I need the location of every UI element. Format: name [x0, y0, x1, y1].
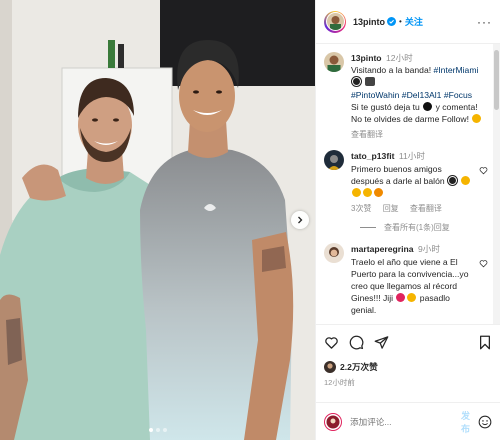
- comment-text: tato_p13fit 11小时 Primero buenos amigos d…: [351, 150, 476, 215]
- comment-meta: 3次赞 回复 查看翻译: [351, 203, 476, 215]
- grin-emoji: [472, 114, 482, 124]
- user-avatar[interactable]: [324, 412, 342, 431]
- comment-time: 11小时: [398, 151, 425, 162]
- hashtag-link[interactable]: #InterMiami: [434, 65, 479, 75]
- header-separator: •: [399, 17, 402, 26]
- comment-bubble-icon: [349, 335, 364, 350]
- paper-plane-icon: [374, 336, 389, 349]
- caption-meta: 查看翻译: [351, 129, 488, 141]
- share-button[interactable]: [374, 335, 389, 350]
- comment-username[interactable]: tato_p13fit: [351, 151, 394, 161]
- save-button[interactable]: [478, 335, 492, 350]
- caption-line-3b: y comenta!: [433, 101, 478, 112]
- caption-line-1: Visitando a la banda!: [351, 65, 434, 76]
- comment-item: martaperegrina 9小时 Traelo el año que vie…: [324, 243, 488, 316]
- comment-content: Primero buenos amigos después a darle al…: [351, 163, 445, 186]
- black-heart-emoji: [423, 101, 433, 111]
- view-replies-button[interactable]: 查看所有(1条)回复: [360, 222, 488, 233]
- caption-text: 13pinto 12小时 Visitando a la banda! #Inte…: [351, 52, 488, 141]
- comment-time: 9小时: [417, 244, 440, 255]
- hashtag-links[interactable]: #PintoWahin #Del13Al1 #Focus: [351, 90, 472, 100]
- likes-row: 2.2万次赞: [316, 360, 500, 374]
- story-ring[interactable]: [324, 10, 346, 33]
- caption: 13pinto 12小时 Visitando a la banda! #Inte…: [324, 52, 488, 141]
- add-comment-bar: 发布: [316, 402, 500, 440]
- post-header: 13pinto • 关注 ···: [316, 0, 500, 44]
- caption-translate-link[interactable]: 查看翻译: [351, 130, 383, 139]
- posted-time: 12小时前: [324, 378, 355, 387]
- liker-avatar[interactable]: [324, 361, 336, 373]
- caption-line-3: Si te gustó deja tu: [351, 101, 423, 112]
- comment-text: martaperegrina 9小时 Traelo el año que vie…: [351, 243, 476, 316]
- post-viewer: 13pinto • 关注 ··· 13pinto 12小时 Visitando …: [0, 0, 500, 440]
- comment-translate-link[interactable]: 查看翻译: [410, 204, 442, 213]
- caption-time: 12小时: [385, 53, 413, 63]
- author-avatar: [326, 13, 344, 30]
- comments-list[interactable]: 13pinto 12小时 Visitando a la banda! #Inte…: [316, 44, 500, 324]
- emoji-picker-button[interactable]: [478, 415, 492, 429]
- post-comment-button[interactable]: 发布: [461, 409, 472, 435]
- comment-username[interactable]: martaperegrina: [351, 244, 414, 254]
- follow-button[interactable]: 关注: [405, 15, 423, 28]
- replies-divider: [360, 227, 376, 229]
- carousel-dot: [155, 428, 160, 432]
- user-avatar-icon: [324, 412, 342, 431]
- post-image: [0, 0, 315, 440]
- commenter-avatar[interactable]: [324, 243, 344, 264]
- next-photo-button[interactable]: [291, 211, 309, 229]
- comment-likes[interactable]: 3次赞: [351, 204, 371, 213]
- author-username[interactable]: 13pinto: [353, 17, 385, 27]
- bookmark-icon: [480, 335, 490, 350]
- laughing-emoji: [461, 175, 471, 185]
- grin-emoji: [374, 188, 383, 198]
- commenter-avatar[interactable]: [324, 150, 344, 171]
- carousel-dot: [162, 428, 167, 432]
- carousel-dot: [148, 428, 153, 432]
- soccer-ball-emoji: [352, 77, 361, 87]
- laughing-emoji: [352, 188, 361, 198]
- laughing-emoji: [363, 188, 372, 198]
- more-options-button[interactable]: ···: [477, 16, 492, 28]
- add-comment-input[interactable]: [350, 416, 461, 427]
- heart-icon: [325, 337, 338, 349]
- comment-reply-button[interactable]: 回复: [383, 204, 399, 213]
- carousel-dots: [0, 428, 315, 432]
- comment-like-icon[interactable]: [479, 166, 488, 175]
- red-heart-emoji: [396, 293, 406, 303]
- post-actions: [316, 324, 500, 360]
- caption-line-4: No te olvides de darme Follow!: [351, 114, 469, 125]
- hug-emoji: [407, 293, 417, 303]
- view-replies-label[interactable]: 查看所有(1条)回复: [384, 222, 450, 233]
- like-button[interactable]: [324, 335, 339, 350]
- post-photo[interactable]: [0, 0, 315, 440]
- comment-like-icon[interactable]: [479, 259, 488, 268]
- comment-item: tato_p13fit 11小时 Primero buenos amigos d…: [324, 150, 488, 215]
- gamepad-emoji: [365, 77, 376, 87]
- post-side-panel: 13pinto • 关注 ··· 13pinto 12小时 Visitando …: [315, 0, 500, 440]
- likes-count[interactable]: 2.2万次赞: [340, 361, 378, 373]
- caption-avatar[interactable]: [324, 52, 344, 72]
- chevron-right-icon: [298, 216, 303, 224]
- soccer-ball-emoji: [448, 175, 458, 185]
- comment-button[interactable]: [349, 335, 364, 350]
- smiley-icon: [478, 415, 492, 428]
- caption-username[interactable]: 13pinto: [351, 53, 382, 63]
- comments-scroll-thumb[interactable]: [494, 50, 499, 110]
- verified-badge-icon: [387, 17, 397, 26]
